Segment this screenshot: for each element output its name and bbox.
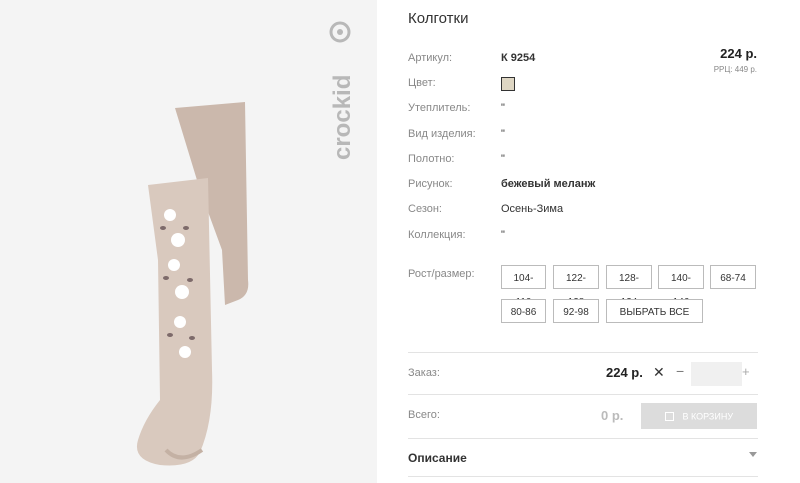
total-label: Всего: — [408, 409, 440, 421]
divider — [408, 352, 758, 353]
divider — [408, 476, 758, 477]
tights-image — [136, 102, 249, 466]
product-title: Колготки — [408, 10, 469, 27]
cart-icon — [664, 411, 674, 421]
color-label: Цвет: — [408, 77, 436, 89]
color-swatch[interactable] — [501, 77, 515, 91]
quantity-minus-button[interactable]: − — [676, 363, 684, 379]
size-option[interactable]: 104-110 — [501, 265, 546, 308]
order-price: 224 р. — [606, 365, 643, 380]
insulation-label: Утеплитель: — [408, 102, 471, 114]
fabric-value: " — [501, 153, 505, 165]
total-value: 0 р. — [601, 408, 624, 423]
quantity-input[interactable] — [691, 362, 742, 386]
article-value: К 9254 — [501, 52, 536, 64]
season-label: Сезон: — [408, 203, 442, 215]
size-option[interactable]: 92-98 — [553, 299, 599, 323]
pattern-value: бежевый меланж — [501, 178, 596, 190]
order-label: Заказ: — [408, 367, 440, 379]
size-label: Рост/размер: — [408, 268, 475, 280]
divider — [408, 394, 758, 395]
close-icon[interactable]: ✕ — [653, 364, 665, 381]
insulation-value: " — [501, 102, 505, 114]
size-option[interactable]: 140-146 — [658, 265, 704, 308]
size-option[interactable]: 68-74 — [710, 265, 756, 289]
rrp-price: РРЦ: 449 р. — [713, 65, 757, 74]
collection-label: Коллекция: — [408, 229, 466, 241]
select-all-button[interactable]: ВЫБРАТЬ ВСЕ — [606, 299, 703, 323]
quantity-plus-button[interactable]: + — [742, 364, 750, 379]
add-to-cart-button[interactable]: В КОРЗИНУ — [641, 403, 757, 429]
product-photo: crockid — [0, 0, 377, 483]
size-option[interactable]: 122-128 — [553, 265, 599, 308]
size-option[interactable]: 80-86 — [501, 299, 546, 323]
article-label: Артикул: — [408, 52, 453, 64]
description-toggle[interactable]: Описание — [408, 451, 467, 465]
collection-value: " — [501, 229, 505, 241]
price: 224 р. — [720, 46, 757, 61]
brand-logo: crockid — [329, 21, 356, 160]
chevron-down-icon[interactable] — [749, 452, 757, 457]
pattern-label: Рисунок: — [408, 178, 453, 190]
size-option[interactable]: 128-134 — [606, 265, 652, 308]
cart-button-label: В КОРЗИНУ — [682, 411, 734, 422]
season-value: Осень-Зима — [501, 203, 564, 215]
svg-text:crockid: crockid — [329, 75, 356, 160]
item-type-value: " — [501, 128, 505, 140]
divider — [408, 438, 758, 439]
item-type-label: Вид изделия: — [408, 128, 476, 140]
fabric-label: Полотно: — [408, 153, 455, 165]
